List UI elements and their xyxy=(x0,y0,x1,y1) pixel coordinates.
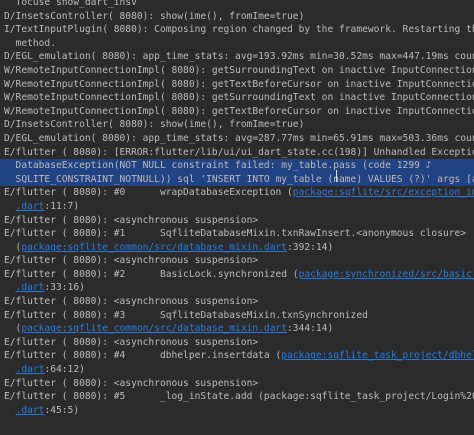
log-line[interactable]: (package:sqflite_common/src/database_mix… xyxy=(0,322,474,336)
log-text: :344:14) xyxy=(287,323,334,335)
log-line[interactable]: method. xyxy=(0,37,474,51)
log-text: E/flutter ( 8080): #0 wrapDatabaseExcept… xyxy=(4,187,293,199)
log-text: E/flutter ( 8080): #1 SqfliteDatabaseMix… xyxy=(4,228,467,240)
log-text: :392:14) xyxy=(287,241,334,253)
source-link[interactable]: package:sqflite/src/exception_impl xyxy=(293,187,474,198)
log-text: Tocuse snow_dart_insv xyxy=(4,0,137,8)
log-text: W/RemoteInputConnectionImpl( 8080): getT… xyxy=(4,105,474,117)
log-line[interactable]: W/RemoteInputConnectionImpl( 8080): getS… xyxy=(0,64,474,78)
log-line[interactable]: I/TextInputPlugin( 8080): Composing regi… xyxy=(0,23,474,37)
source-link[interactable]: .dart xyxy=(16,282,45,293)
log-line[interactable]: Tocuse snow_dart_insv xyxy=(0,0,474,10)
log-line[interactable]: W/RemoteInputConnectionImpl( 8080): getT… xyxy=(0,78,474,92)
log-line[interactable]: D/EGL_emulation( 8080): app_time_stats: … xyxy=(0,50,474,64)
log-line[interactable]: W/RemoteInputConnectionImpl( 8080): getT… xyxy=(0,105,474,119)
log-line[interactable]: D/InsetsController( 8080): show(ime(), f… xyxy=(0,10,474,24)
log-text: E/flutter ( 8080): #4 dbhelper.insertdat… xyxy=(4,350,282,362)
log-line[interactable]: E/flutter ( 8080): #5 _log_inState.add (… xyxy=(0,390,474,404)
log-text: :45:5) xyxy=(44,404,80,416)
log-text: D/InsetsController( 8080): show(ime(), f… xyxy=(4,10,305,22)
log-text: E/flutter ( 8080): <asynchronous suspens… xyxy=(4,377,259,389)
log-text: E/flutter ( 8080): <asynchronous suspens… xyxy=(4,255,259,267)
log-line[interactable]: E/flutter ( 8080): #0 wrapDatabaseExcept… xyxy=(0,186,474,200)
log-line[interactable]: (package:sqflite_common/src/database_mix… xyxy=(0,241,474,255)
console-output[interactable]: Tocuse snow_dart_insv D/InsetsController(… xyxy=(0,0,474,417)
log-line[interactable]: .dart:45:5) xyxy=(0,404,474,418)
log-text: D/EGL_emulation( 8080): app_time_stats: … xyxy=(4,51,474,63)
log-text: E/flutter ( 8080): <asynchronous suspens… xyxy=(4,214,259,226)
log-line[interactable]: E/flutter ( 8080): <asynchronous suspens… xyxy=(0,336,474,350)
log-line[interactable]: E/flutter ( 8080): #2 BasicLock.synchron… xyxy=(0,268,474,282)
log-text: ( xyxy=(4,241,22,253)
source-link[interactable]: .dart xyxy=(16,201,45,212)
source-link[interactable]: .dart xyxy=(16,364,45,375)
log-line[interactable]: .dart:11:7) xyxy=(0,200,474,214)
source-link[interactable]: package:sqflite_common/src/database_mixi… xyxy=(21,323,287,334)
log-line[interactable]: E/flutter ( 8080): <asynchronous suspens… xyxy=(0,254,474,268)
source-link[interactable]: package:sqflite_task_project/dbhelper xyxy=(281,350,474,361)
log-line[interactable]: E/flutter ( 8080): #3 SqfliteDatabaseMix… xyxy=(0,309,474,323)
log-line[interactable]: E/flutter ( 8080): <asynchronous suspens… xyxy=(0,214,474,228)
log-text: :33:16) xyxy=(44,282,85,294)
log-text: E/flutter ( 8080): [ERROR:flutter/lib/ui… xyxy=(4,146,474,158)
log-text: E/flutter ( 8080): #3 SqfliteDatabaseMix… xyxy=(4,309,368,321)
log-line[interactable]: E/flutter ( 8080): <asynchronous suspens… xyxy=(0,295,474,309)
log-line[interactable]: .dart:64:12) xyxy=(0,363,474,377)
log-text: E/flutter ( 8080): <asynchronous suspens… xyxy=(4,336,259,348)
log-text: D/InsetsController( 8080): show(ime(), f… xyxy=(4,119,305,131)
log-line[interactable]: E/flutter ( 8080): #1 SqfliteDatabaseMix… xyxy=(0,227,474,241)
log-line-selected[interactable]: DatabaseException(NOT NULL constraint fa… xyxy=(0,159,474,173)
log-line[interactable]: W/RemoteInputConnectionImpl( 8080): getS… xyxy=(0,91,474,105)
log-text: I/TextInputPlugin( 8080): Composing regi… xyxy=(4,24,474,36)
log-text: ( xyxy=(4,323,22,335)
text-cursor xyxy=(336,170,337,182)
log-text: E/flutter ( 8080): <asynchronous suspens… xyxy=(4,296,259,308)
source-link[interactable]: .dart xyxy=(16,405,45,416)
log-line[interactable]: E/flutter ( 8080): <asynchronous suspens… xyxy=(0,377,474,391)
source-link[interactable]: package:sqflite_common/src/database_mixi… xyxy=(21,242,287,253)
log-text: E/flutter ( 8080): #2 BasicLock.synchron… xyxy=(4,268,299,280)
log-text: E/flutter ( 8080): #5 _log_inState.add (… xyxy=(4,391,474,403)
log-text: :64:12) xyxy=(44,364,85,376)
log-line[interactable]: E/flutter ( 8080): #4 dbhelper.insertdat… xyxy=(0,349,474,363)
log-line-selected[interactable]: SQLITE_CONSTRAINT_NOTNULL)) sql 'INSERT … xyxy=(0,172,474,187)
source-link[interactable]: package:synchronized/src/basic_lock xyxy=(299,269,474,280)
log-line[interactable]: E/flutter ( 8080): [ERROR:flutter/lib/ui… xyxy=(0,146,474,160)
log-text: method. xyxy=(4,37,56,49)
log-text: D/EGL_emulation( 8080): app_time_stats: … xyxy=(4,132,474,144)
log-text: W/RemoteInputConnectionImpl( 8080): getT… xyxy=(4,78,474,90)
log-text: W/RemoteInputConnectionImpl( 8080): getS… xyxy=(4,64,474,76)
log-text: :11:7) xyxy=(44,200,80,212)
log-text: W/RemoteInputConnectionImpl( 8080): getS… xyxy=(4,92,474,104)
log-text: SQLITE_CONSTRAINT_NOTNULL)) sql 'INSERT … xyxy=(4,173,474,185)
log-text: DatabaseException(NOT NULL constraint fa… xyxy=(4,160,432,172)
log-line[interactable]: .dart:33:16) xyxy=(0,281,474,295)
log-line[interactable]: D/InsetsController( 8080): show(ime(), f… xyxy=(0,118,474,132)
log-line[interactable]: D/EGL_emulation( 8080): app_time_stats: … xyxy=(0,132,474,146)
